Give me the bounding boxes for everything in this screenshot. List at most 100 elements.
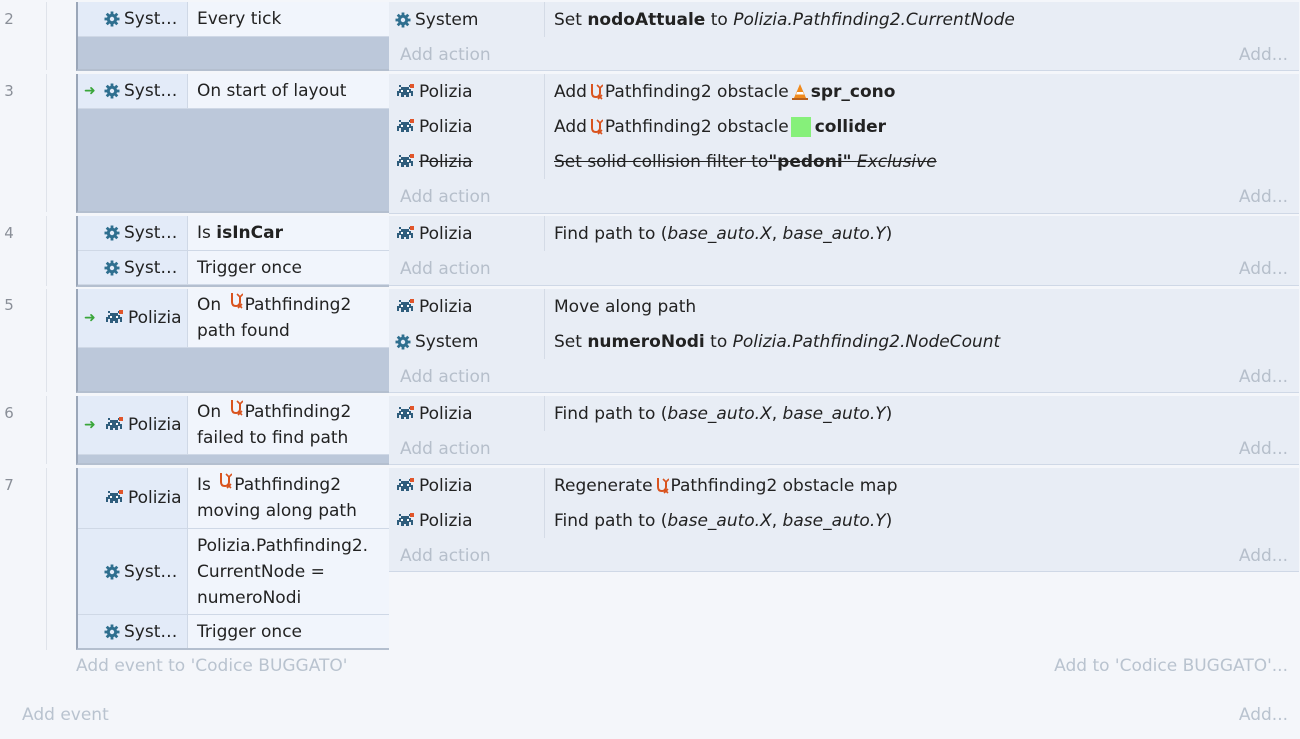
condition-row[interactable]: Syst… Every tick (78, 2, 389, 37)
condition-row[interactable]: Syst… Trigger once (78, 615, 389, 648)
add-action-link[interactable]: Add action (400, 546, 491, 566)
action-object[interactable]: System (389, 324, 545, 359)
condition-object[interactable]: ➜ Polizia (78, 289, 188, 347)
add-action-link[interactable]: Add action (400, 259, 491, 279)
event-2-conditions[interactable]: Syst… Every tick (76, 2, 389, 71)
action-object[interactable]: Polizia (389, 74, 545, 109)
condition-text[interactable]: Every tick (188, 2, 389, 36)
action-row[interactable]: Polizia Add Pathfinding2 obstacle collid… (389, 109, 1299, 144)
add-event-to-group-link[interactable]: Add event to 'Codice BUGGATO' (76, 656, 347, 676)
action-verb: Add (554, 81, 587, 102)
condition-row[interactable]: ➜ Polizia On Pathfinding2 path found (78, 289, 389, 348)
condition-text[interactable]: Polizia.Pathfinding2. CurrentNode = nume… (188, 529, 389, 614)
object-name: Polizia (419, 403, 473, 424)
add-action-link[interactable]: Add action (400, 45, 491, 65)
add-more-link[interactable]: Add... (1239, 259, 1288, 279)
condition-object[interactable]: Syst… (78, 2, 188, 36)
add-action-row[interactable]: Add action Add... (389, 431, 1299, 466)
action-text[interactable]: Find path to (base_auto.X, base_auto.Y) (545, 396, 1299, 431)
action-row[interactable]: Polizia Find path to (base_auto.X, base_… (389, 216, 1299, 251)
add-event-link[interactable]: Add event (22, 705, 109, 725)
condition-object[interactable]: Syst… (78, 529, 188, 614)
condition-row[interactable]: ➜ Polizia On Pathfinding2 failed to find… (78, 396, 389, 455)
add-action-link[interactable]: Add action (400, 187, 491, 207)
add-more-link[interactable]: Add... (1239, 187, 1288, 207)
condition-object[interactable]: ➜ Syst… (78, 74, 188, 108)
add-more-link[interactable]: Add... (1239, 45, 1288, 65)
action-object[interactable]: Polizia (389, 503, 545, 538)
condition-object[interactable]: Syst… (78, 615, 188, 648)
action-row[interactable]: Polizia Add Pathfinding2 obstacle spr_co… (389, 74, 1299, 109)
add-more-link[interactable]: Add... (1239, 546, 1288, 566)
condition-object[interactable]: Polizia (78, 468, 188, 528)
action-text[interactable]: Move along path (545, 289, 1299, 324)
add-to-group-link[interactable]: Add to 'Codice BUGGATO'... (1054, 656, 1288, 676)
action-text[interactable]: Add Pathfinding2 obstacle spr_cono (545, 74, 1299, 109)
condition-row[interactable]: Syst… Trigger once (78, 251, 389, 285)
condition-row[interactable]: Polizia Is Pathfinding2 moving along pat… (78, 468, 389, 529)
action-text[interactable]: Set nodoAttuale to Polizia.Pathfinding2.… (545, 2, 1299, 37)
condition-verb: On (197, 295, 227, 315)
action-connector: to (710, 331, 728, 352)
action-row[interactable]: System Set numeroNodi to Polizia.Pathfin… (389, 324, 1299, 359)
condition-text[interactable]: Trigger once (188, 615, 389, 648)
action-row[interactable]: Polizia Regenerate Pathfinding2 obstacle… (389, 468, 1299, 503)
event-3-conditions[interactable]: ➜ Syst… On start of layout (76, 74, 389, 213)
polizia-sprite-icon (395, 299, 415, 315)
event-3-actions: Polizia Add Pathfinding2 obstacle spr_co… (389, 74, 1299, 214)
event-2-actions: System Set nodoAttuale to Polizia.Pathfi… (389, 2, 1299, 71)
separator: , (771, 510, 783, 531)
object-name: Syst… (124, 561, 178, 582)
condition-row[interactable]: Syst… Polizia.Pathfinding2. CurrentNode … (78, 529, 389, 615)
add-action-link[interactable]: Add action (400, 439, 491, 459)
comparison-line: numeroNodi (197, 587, 302, 608)
condition-object[interactable]: Syst… (78, 216, 188, 250)
action-object[interactable]: Polizia (389, 468, 545, 503)
action-object[interactable]: Polizia (389, 396, 545, 431)
action-object[interactable]: Polizia (389, 216, 545, 251)
condition-row[interactable]: ➜ Syst… On start of layout (78, 74, 389, 109)
action-text[interactable]: Add Pathfinding2 obstacle collider (545, 109, 1299, 144)
condition-text[interactable]: On start of layout (188, 74, 389, 108)
action-text[interactable]: Set numeroNodi to Polizia.Pathfinding2.N… (545, 324, 1299, 359)
add-action-row[interactable]: Add action Add... (389, 179, 1299, 214)
condition-object[interactable]: Syst… (78, 251, 188, 284)
action-row[interactable]: Polizia Move along path (389, 289, 1299, 324)
event-7-conditions[interactable]: Polizia Is Pathfinding2 moving along pat… (76, 468, 389, 650)
pathfinding-icon (229, 292, 243, 310)
add-action-link[interactable]: Add action (400, 367, 491, 387)
add-action-row[interactable]: Add action Add... (389, 359, 1299, 394)
action-text[interactable]: Find path to (base_auto.X, base_auto.Y) (545, 216, 1299, 251)
condition-text[interactable]: On Pathfinding2 path found (188, 289, 389, 347)
event-6-conditions[interactable]: ➜ Polizia On Pathfinding2 failed to find… (76, 396, 389, 465)
add-more-link[interactable]: Add... (1239, 705, 1288, 725)
condition-row[interactable]: Syst… Is isInCar (78, 216, 389, 251)
action-text[interactable]: Regenerate Pathfinding2 obstacle map (545, 468, 1299, 503)
action-text[interactable]: Find path to (base_auto.X, base_auto.Y) (545, 503, 1299, 538)
action-row[interactable]: Polizia Find path to (base_auto.X, base_… (389, 503, 1299, 538)
add-action-row[interactable]: Add action Add... (389, 37, 1299, 72)
string-value: "pedoni" (768, 151, 852, 172)
action-object[interactable]: System (389, 2, 545, 37)
action-object[interactable]: Polizia (389, 144, 545, 179)
trigger-arrow-icon: ➜ (84, 310, 96, 326)
pathfinding-icon (218, 472, 232, 490)
condition-text[interactable]: Is isInCar (188, 216, 389, 250)
action-object[interactable]: Polizia (389, 109, 545, 144)
variable-name: numeroNodi (587, 331, 705, 352)
action-row-disabled[interactable]: Polizia Set solid collision filter to "p… (389, 144, 1299, 179)
action-row[interactable]: System Set nodoAttuale to Polizia.Pathfi… (389, 2, 1299, 37)
condition-text[interactable]: On Pathfinding2 failed to find path (188, 396, 389, 454)
add-more-link[interactable]: Add... (1239, 367, 1288, 387)
action-row[interactable]: Polizia Find path to (base_auto.X, base_… (389, 396, 1299, 431)
event-5-conditions[interactable]: ➜ Polizia On Pathfinding2 path found (76, 289, 389, 393)
condition-text[interactable]: Is Pathfinding2 moving along path (188, 468, 389, 528)
add-more-link[interactable]: Add... (1239, 439, 1288, 459)
event-4-conditions[interactable]: Syst… Is isInCar Syst… Trigger once (76, 216, 389, 287)
action-text[interactable]: Set solid collision filter to "pedoni" E… (545, 144, 1299, 179)
add-action-row[interactable]: Add action Add... (389, 251, 1299, 286)
action-object[interactable]: Polizia (389, 289, 545, 324)
condition-object[interactable]: ➜ Polizia (78, 396, 188, 454)
condition-text[interactable]: Trigger once (188, 251, 389, 284)
add-action-row[interactable]: Add action Add... (389, 538, 1299, 573)
